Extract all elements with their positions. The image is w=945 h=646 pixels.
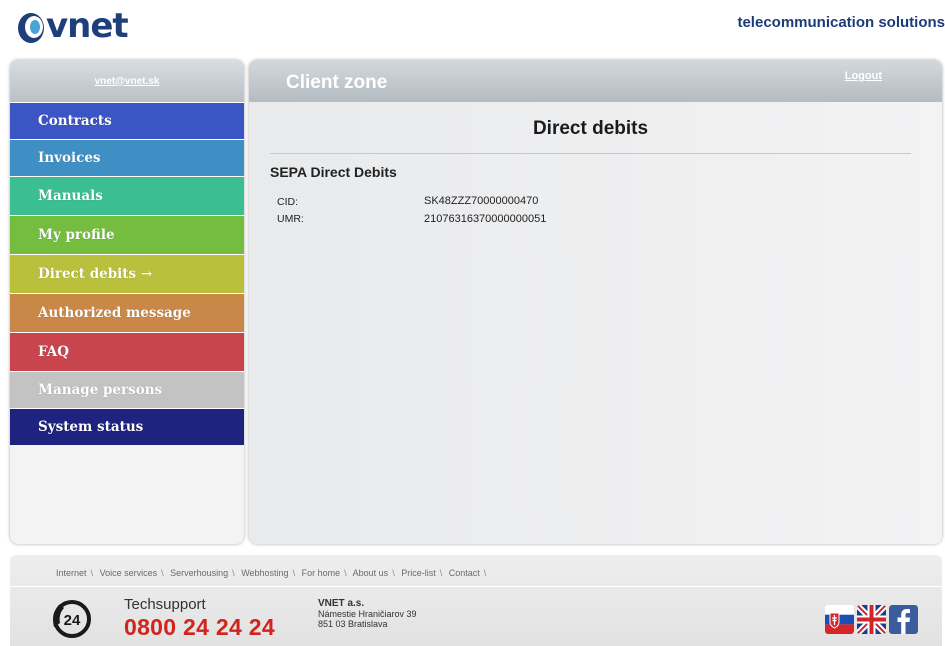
logo-text: vnet (46, 6, 129, 46)
cid-label: CID: (277, 196, 298, 208)
logo-eye-icon (18, 13, 44, 43)
logout-link[interactable]: Logout (845, 70, 882, 82)
umr-value: 21076316370000000051 (424, 213, 547, 225)
footer-link-about-us[interactable]: About us (353, 568, 389, 578)
separator: \ (392, 568, 395, 578)
separator: \ (161, 568, 164, 578)
sidebar: vnet@vnet.sk Contracts Invoices Manuals … (10, 60, 244, 544)
facebook-icon[interactable] (889, 605, 918, 634)
company-address: VNET a.s. Námestie Hraničiarov 39 851 03… (318, 598, 417, 630)
separator: \ (292, 568, 296, 578)
separator: \ (344, 568, 347, 578)
sidebar-item-manuals[interactable]: Manuals (10, 176, 244, 215)
sidebar-item-authorized-message[interactable]: Authorized message (10, 293, 244, 332)
separator: \ (483, 568, 487, 578)
footer-divider (10, 586, 942, 587)
company-name: VNET a.s. (318, 598, 365, 609)
sidebar-header: vnet@vnet.sk (10, 60, 244, 102)
footer-link-price-list[interactable]: Price-list (401, 568, 436, 578)
user-email-link[interactable]: vnet@vnet.sk (95, 76, 160, 87)
uk-flag-icon[interactable] (857, 605, 886, 634)
footer-link-voice-services[interactable]: Voice services (100, 568, 158, 578)
company-city: 851 03 Bratislava (318, 619, 388, 629)
language-flags (825, 605, 918, 634)
phone-icon-text: 24 (64, 612, 81, 629)
page-title: Direct debits (532, 118, 649, 139)
main-header: Client zone Logout (249, 60, 942, 102)
footer: Internet \ Voice services \ Serverhousing \… (10, 555, 942, 646)
separator: \ (439, 568, 443, 578)
company-street: Námestie Hraničiarov 39 (318, 609, 417, 619)
page-title-wrap: Direct debits (249, 118, 942, 140)
umr-label: UMR: (277, 213, 304, 225)
sidebar-item-system-status[interactable]: System status (10, 408, 244, 445)
main-panel: Client zone Logout Direct debits SEPA Di… (249, 60, 942, 544)
footer-link-serverhousing[interactable]: Serverhousing (170, 568, 228, 578)
footer-links: Internet \ Voice services \ Serverhousing \… (56, 568, 490, 578)
sidebar-item-my-profile[interactable]: My profile (10, 215, 244, 254)
footer-link-internet[interactable]: Internet (56, 568, 87, 578)
separator: \ (90, 568, 94, 578)
title-divider (270, 153, 911, 154)
sidebar-item-manage-persons[interactable]: Manage persons (10, 371, 244, 408)
cid-value: SK48ZZZ70000000470 (424, 195, 539, 207)
footer-link-webhosting[interactable]: Webhosting (241, 568, 288, 578)
tagline: telecommunication solutions (737, 14, 945, 31)
techsupport-number[interactable]: 0800 24 24 24 (124, 614, 275, 641)
footer-link-contact[interactable]: Contact (449, 568, 480, 578)
separator: \ (232, 568, 235, 578)
techsupport-label: Techsupport (124, 596, 206, 613)
client-zone-title: Client zone (286, 72, 388, 93)
vnet-logo[interactable]: vnet (14, 6, 144, 50)
footer-link-for-home[interactable]: For home (302, 568, 341, 578)
section-title: SEPA Direct Debits (270, 164, 397, 180)
sidebar-item-direct-debits[interactable]: Direct debits → (10, 254, 244, 293)
sidebar-item-contracts[interactable]: Contracts (10, 102, 244, 139)
slovak-flag-icon[interactable] (825, 605, 854, 634)
sidebar-item-faq[interactable]: FAQ (10, 332, 244, 371)
phone-24-icon: 24 (53, 600, 91, 638)
sidebar-item-invoices[interactable]: Invoices (10, 139, 244, 176)
